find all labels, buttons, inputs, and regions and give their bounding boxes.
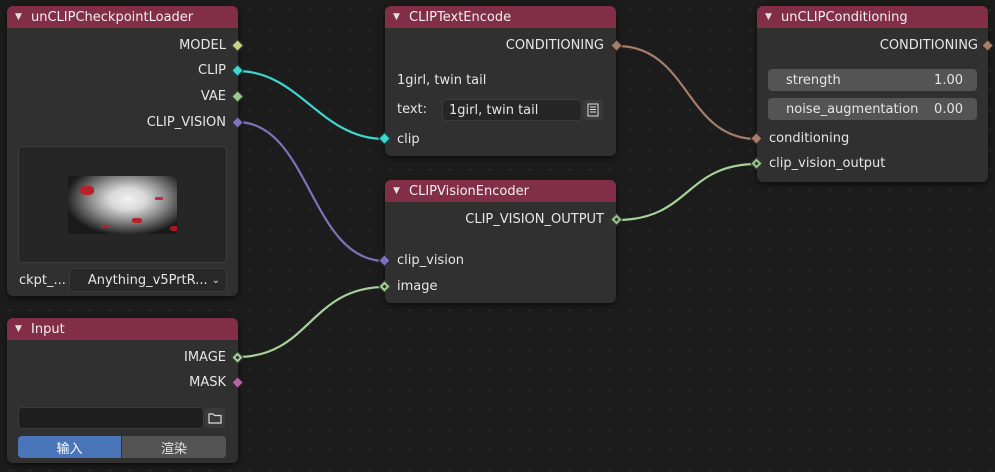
node-header[interactable]: ▼ Input: [7, 318, 238, 340]
noise-augmentation-label: noise_augmentation: [786, 101, 919, 117]
chevron-down-icon[interactable]: ▼: [393, 186, 407, 196]
image-path-field[interactable]: [18, 407, 204, 429]
input-label-image: image: [397, 279, 438, 294]
text-input[interactable]: 1girl, twin tail: [442, 99, 582, 121]
preview-image: [68, 176, 177, 234]
chevron-down-icon[interactable]: ▼: [393, 12, 407, 22]
link-clip-vision-output[interactable]: [616, 162, 758, 222]
output-label-clip-vision-output: CLIP_VISION_OUTPUT: [465, 212, 604, 227]
tab-render[interactable]: 渲染: [122, 436, 226, 458]
node-title: CLIPTextEncode: [409, 9, 512, 25]
node-title: unCLIPConditioning: [781, 9, 908, 25]
input-label-clip-vision-output: clip_vision_output: [769, 156, 886, 171]
text-preview: 1girl, twin tail: [397, 73, 487, 88]
noise-augmentation-value: 0.00: [934, 101, 963, 117]
node-title: unCLIPCheckpointLoader: [31, 9, 194, 25]
node-title: Input: [31, 321, 65, 337]
ckpt-value: Anything_v5PrtR...: [87, 272, 208, 288]
folder-icon[interactable]: [205, 408, 225, 428]
input-label-clip: clip: [397, 132, 420, 147]
node-header[interactable]: ▼ CLIPVisionEncoder: [385, 180, 616, 202]
strength-label: strength: [786, 72, 841, 88]
chevron-down-icon: ⌄: [211, 274, 220, 286]
tab-input[interactable]: 输入: [18, 436, 121, 458]
node-header[interactable]: ▼ unCLIPConditioning: [757, 6, 988, 28]
link-clip-vision[interactable]: [236, 120, 386, 263]
text-label: text:: [397, 102, 428, 117]
chevron-down-icon[interactable]: ▼: [15, 324, 29, 334]
output-label-image: IMAGE: [183, 350, 226, 365]
node-header[interactable]: ▼ unCLIPCheckpointLoader: [7, 6, 238, 28]
node-clip-text-encode[interactable]: ▼ CLIPTextEncode CONDITIONING 1girl, twi…: [385, 6, 616, 156]
text-editor-icon[interactable]: [583, 100, 603, 120]
image-preview: [18, 146, 227, 263]
link-conditioning[interactable]: [616, 44, 758, 141]
node-title: CLIPVisionEncoder: [409, 183, 529, 199]
ckpt-dropdown[interactable]: Anything_v5PrtR... ⌄: [69, 268, 227, 292]
output-label-model: MODEL: [179, 38, 226, 53]
node-input[interactable]: ▼ Input IMAGE MASK 输入 渲染: [7, 318, 238, 463]
output-label-vae: VAE: [200, 89, 226, 104]
node-header[interactable]: ▼ CLIPTextEncode: [385, 6, 616, 28]
input-label-clip-vision: clip_vision: [397, 253, 465, 268]
input-label-conditioning: conditioning: [769, 131, 850, 146]
node-unclip-conditioning[interactable]: ▼ unCLIPConditioning CONDITIONING streng…: [757, 6, 988, 182]
strength-slider[interactable]: strength 1.00: [768, 69, 977, 91]
noise-augmentation-slider[interactable]: noise_augmentation 0.00: [768, 98, 977, 120]
output-label-clip: CLIP: [198, 63, 226, 78]
output-label-conditioning: CONDITIONING: [879, 38, 978, 53]
output-label-mask: MASK: [189, 375, 226, 390]
ckpt-label: ckpt_...: [19, 273, 66, 288]
text-input-value: 1girl, twin tail: [449, 102, 539, 118]
strength-value: 1.00: [934, 72, 963, 88]
link-clip[interactable]: [236, 69, 386, 141]
node-clip-vision-encoder[interactable]: ▼ CLIPVisionEncoder CLIP_VISION_OUTPUT c…: [385, 180, 616, 303]
output-label-clip-vision: CLIP_VISION: [146, 115, 226, 130]
output-label-conditioning: CONDITIONING: [505, 38, 604, 53]
chevron-down-icon[interactable]: ▼: [765, 12, 779, 22]
chevron-down-icon[interactable]: ▼: [15, 12, 29, 22]
node-unclip-checkpoint-loader[interactable]: ▼ unCLIPCheckpointLoader MODEL CLIP VAE …: [7, 6, 238, 296]
link-image[interactable]: [236, 285, 386, 359]
